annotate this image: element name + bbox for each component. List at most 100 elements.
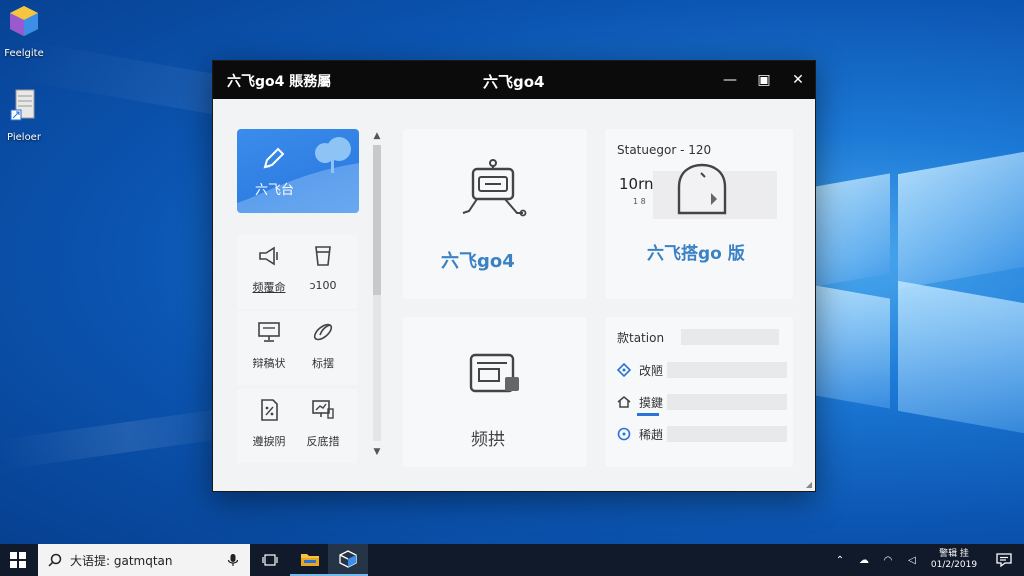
clock-time: 警辑 挂 — [939, 549, 969, 559]
task-view-button[interactable] — [250, 544, 290, 576]
list-title-bar — [681, 329, 779, 345]
list-item[interactable]: 稀趙 — [617, 425, 787, 443]
scroll-up-icon[interactable]: ▲ — [369, 131, 385, 141]
clock[interactable]: 警辑 挂 01/2/2019 — [930, 549, 978, 571]
status-value: 10rn — [619, 175, 654, 193]
windows-start-icon — [10, 552, 26, 568]
desktop-icon-pieloer[interactable]: Pieloer — [0, 88, 54, 143]
sidebar-button-monitor-chart[interactable]: 反底措 — [295, 389, 351, 453]
cup-icon — [315, 246, 331, 266]
chevron-up-icon[interactable]: ⌃ — [830, 555, 850, 566]
sidebar-button-label: 频覆命 — [252, 281, 286, 294]
app-shortcut-icon — [10, 6, 38, 36]
status-card[interactable]: Statuegor - 120 10rn 1 8 六飞搭go 版 — [605, 129, 793, 299]
list-card-title: 款tation — [617, 331, 665, 345]
volume-icon[interactable]: ◁ — [902, 555, 922, 566]
sidebar-group: 辩稿状 标摆 — [237, 311, 357, 385]
sidebar-button-label: 遵捩阴 — [252, 435, 286, 448]
taskbar: 大语提: gatmqtan ⌃ ☁ ◠ ◁ 警辑 挂 01/2/2019 — [0, 544, 1024, 576]
close-button[interactable]: ✕ — [781, 61, 815, 99]
diamond-icon — [617, 363, 631, 377]
window-controls: — ▣ ✕ — [713, 61, 815, 99]
list-item[interactable]: 摸鍵 — [617, 393, 787, 416]
list-item-bar — [667, 426, 787, 442]
progress-indicator — [637, 413, 659, 416]
sidebar-scrollbar[interactable]: ▲ ▼ — [369, 129, 385, 459]
scroll-thumb[interactable] — [373, 145, 381, 295]
monitor-chart-icon — [312, 400, 334, 419]
media-card-caption: 频拱 — [471, 430, 505, 450]
minimize-button[interactable]: — — [713, 61, 747, 99]
cloud-icon[interactable]: ☁ — [854, 555, 874, 566]
list-item-label: 摸鍵 — [639, 395, 664, 410]
folder-icon — [301, 554, 319, 566]
start-button[interactable] — [0, 544, 36, 576]
window-content: 六飞台 频覆命 ɔ100 辩稿状 标摆 遵捩阴 反底措 ▲ ▼ 六飞go4 频拱… — [213, 99, 815, 491]
close-icon: ✕ — [792, 72, 804, 88]
clock-date: 01/2/2019 — [930, 560, 978, 570]
taskbar-search-box[interactable]: 大语提: gatmqtan — [38, 544, 250, 576]
list-item[interactable]: 改陋 — [617, 361, 787, 379]
clock-icon — [617, 427, 631, 441]
status-card-caption: 六飞搭go 版 — [647, 244, 745, 264]
status-sub: 1 8 — [633, 197, 646, 206]
windows-logo-pane — [815, 173, 890, 287]
tree-icon — [315, 137, 351, 173]
windows-logo-pane — [898, 280, 1024, 434]
sidebar-button-label: 辩稿状 — [252, 357, 286, 370]
sidebar-feature-tile[interactable]: 六飞台 — [237, 129, 359, 213]
robot-card-caption: 六飞go4 — [441, 251, 515, 272]
sidebar-button-label: 反底措 — [306, 435, 340, 448]
minimize-icon: — — [723, 72, 737, 88]
sidebar-button-cup[interactable]: ɔ100 — [295, 235, 351, 299]
search-icon — [48, 553, 62, 567]
media-card[interactable]: 频拱 — [403, 317, 587, 467]
task-view-icon — [262, 554, 278, 566]
app-title: 六飞go4 賬務屬 — [227, 74, 332, 90]
scroll-down-icon[interactable]: ▼ — [369, 447, 385, 457]
sidebar-button-label: 标摆 — [312, 357, 334, 370]
sidebar: 六飞台 频覆命 ɔ100 辩稿状 标摆 遵捩阴 反底措 — [235, 127, 359, 463]
list-item-bar — [667, 394, 787, 410]
list-item-label: 改陋 — [639, 363, 664, 378]
sidebar-group: 遵捩阴 反底措 — [237, 389, 357, 463]
restore-icon: ▣ — [757, 72, 771, 88]
sidebar-button-label: ɔ100 — [309, 279, 337, 292]
megaphone-icon — [259, 246, 278, 266]
sidebar-group: 频覆命 ɔ100 — [237, 235, 357, 309]
sidebar-button-satellite[interactable]: 标摆 — [295, 311, 351, 375]
notification-icon — [996, 553, 1012, 568]
sidebar-button-document[interactable]: 遵捩阴 — [241, 389, 297, 453]
desktop-icon-feelgite[interactable]: Feelgite — [0, 4, 54, 59]
sidebar-button-monitor[interactable]: 辩稿状 — [241, 311, 297, 375]
taskbar-app-button[interactable] — [328, 544, 368, 576]
resize-grip-icon[interactable]: ◢ — [806, 480, 812, 489]
microphone-icon[interactable] — [226, 553, 240, 567]
monitor-icon — [258, 322, 280, 342]
wifi-icon[interactable]: ◠ — [878, 555, 898, 566]
windows-logo-pane — [815, 285, 890, 409]
desktop-icon-label: Pieloer — [7, 132, 41, 143]
document-percent-icon — [261, 399, 278, 421]
sidebar-button-broadcast[interactable]: 频覆命 — [241, 235, 297, 299]
robot-icon — [462, 159, 527, 217]
restore-button[interactable]: ▣ — [747, 61, 781, 99]
list-item-bar — [667, 362, 787, 378]
media-player-icon — [469, 353, 519, 393]
robot-card[interactable]: 六飞go4 — [403, 129, 587, 299]
pen-icon — [263, 147, 285, 169]
title-bar[interactable]: 六飞go4 賬務屬 六飞go4 — ▣ ✕ — [213, 61, 815, 99]
windows-logo-pane — [898, 151, 1024, 290]
app-cube-icon — [339, 550, 357, 568]
app-window: 六飞go4 賬務屬 六飞go4 — ▣ ✕ 六飞台 频覆命 ɔ100 辩稿状 标… — [212, 60, 816, 492]
notification-button[interactable] — [984, 544, 1024, 576]
sidebar-feature-label: 六飞台 — [255, 183, 295, 198]
search-text: 大语提: gatmqtan — [70, 553, 173, 568]
list-card: 款tation 改陋 摸鍵 稀趙 — [605, 317, 793, 467]
ghost-icon — [677, 163, 727, 215]
file-explorer-button[interactable] — [290, 544, 330, 576]
status-title: Statuegor - 120 — [617, 143, 712, 157]
desktop-icon-label: Feelgite — [4, 48, 44, 59]
window-center-title: 六飞go4 — [483, 73, 545, 91]
list-item-label: 稀趙 — [639, 427, 664, 442]
